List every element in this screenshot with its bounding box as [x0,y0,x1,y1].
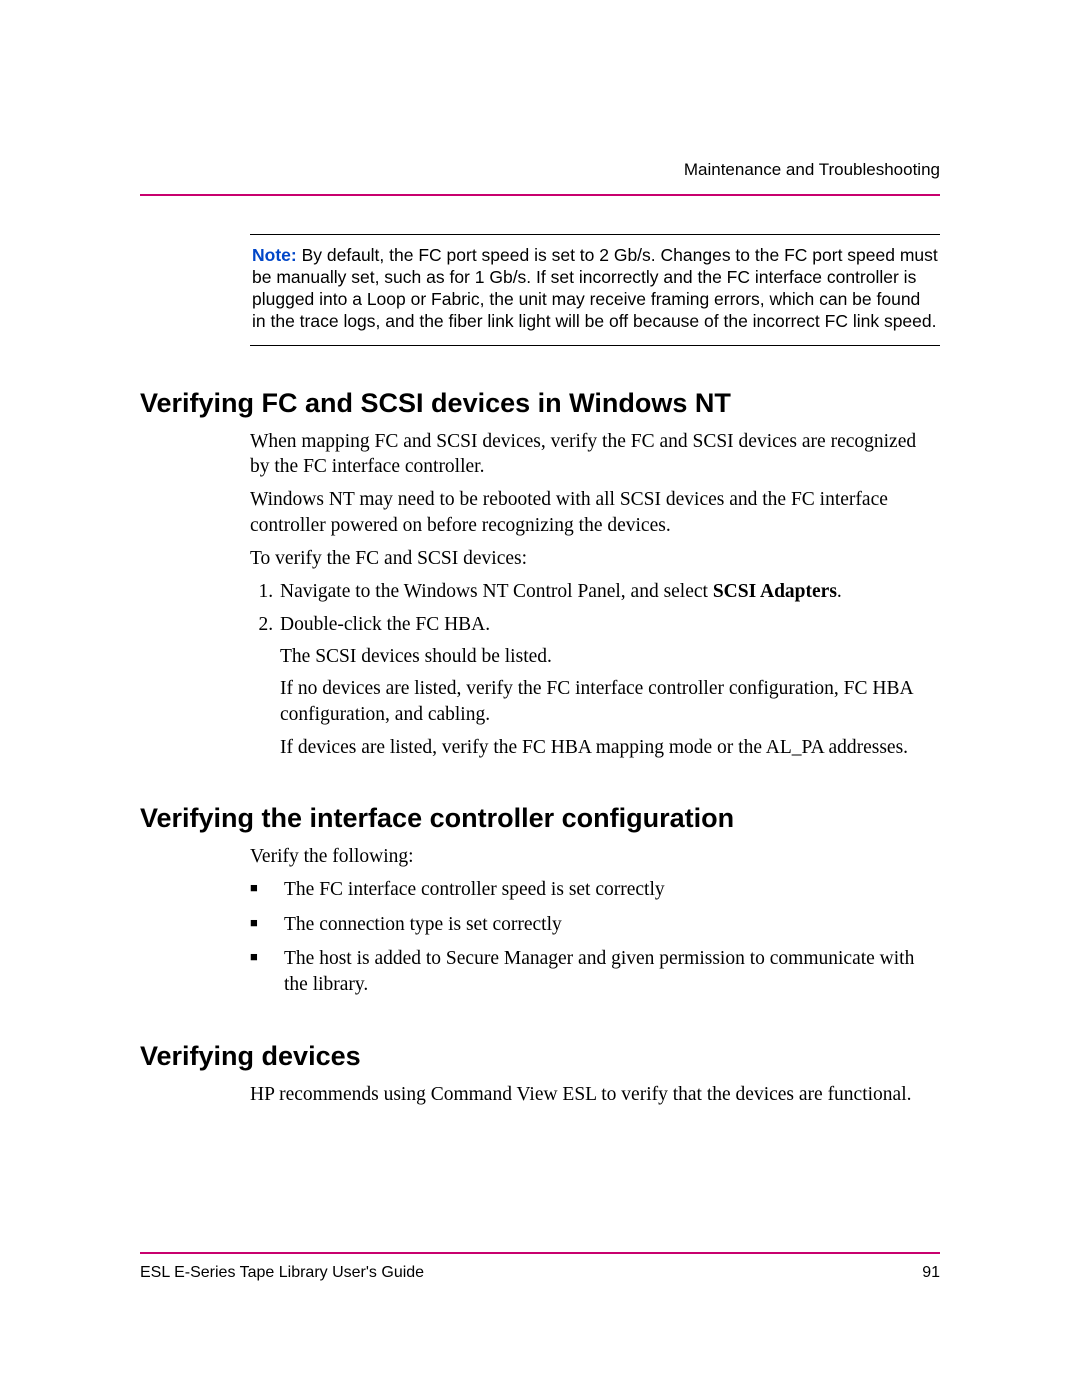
note-label: Note: [252,245,297,265]
note-body: Note: By default, the FC port speed is s… [250,235,940,345]
page-footer: ESL E-Series Tape Library User's Guide 9… [140,1252,940,1282]
para-s1-2: Windows NT may need to be rebooted with … [250,487,940,538]
heading-verify-fc-scsi: Verifying FC and SCSI devices in Windows… [140,388,940,419]
step-1-post: . [837,581,842,602]
document-page: Maintenance and Troubleshooting Note: By… [0,0,1080,1397]
step-2-sub3: If devices are listed, verify the FC HBA… [280,735,940,761]
note-text: By default, the FC port speed is set to … [252,245,938,331]
step-2-text: Double-click the FC HBA. [280,614,490,635]
note-block: Note: By default, the FC port speed is s… [250,234,940,346]
bullet-list: The FC interface controller speed is set… [250,877,940,998]
bullet-3: The host is added to Secure Manager and … [250,946,940,999]
bullet-2: The connection type is set correctly [250,912,940,938]
ordered-steps: Navigate to the Windows NT Control Panel… [250,579,940,761]
step-1-bold: SCSI Adapters [713,581,837,602]
footer-rule [140,1252,940,1254]
footer-doc-title: ESL E-Series Tape Library User's Guide [140,1264,424,1282]
footer-page-number: 91 [922,1264,940,1282]
step-2-sub1: The SCSI devices should be listed. [280,644,940,670]
header-rule [140,194,940,196]
para-s3-1: HP recommends using Command View ESL to … [250,1082,940,1107]
heading-verify-devices: Verifying devices [140,1041,940,1072]
para-s2-1: Verify the following: [250,844,940,869]
step-1-pre: Navigate to the Windows NT Control Panel… [280,581,713,602]
step-2-sub2: If no devices are listed, verify the FC … [280,676,940,729]
para-s1-3: To verify the FC and SCSI devices: [250,546,940,571]
note-rule-bottom [250,345,940,346]
bullet-1: The FC interface controller speed is set… [250,877,940,903]
step-2: Double-click the FC HBA. The SCSI device… [278,612,940,762]
step-1: Navigate to the Windows NT Control Panel… [278,579,940,605]
running-header: Maintenance and Troubleshooting [140,160,940,180]
heading-verify-interface-config: Verifying the interface controller confi… [140,803,940,834]
para-s1-1: When mapping FC and SCSI devices, verify… [250,429,940,480]
